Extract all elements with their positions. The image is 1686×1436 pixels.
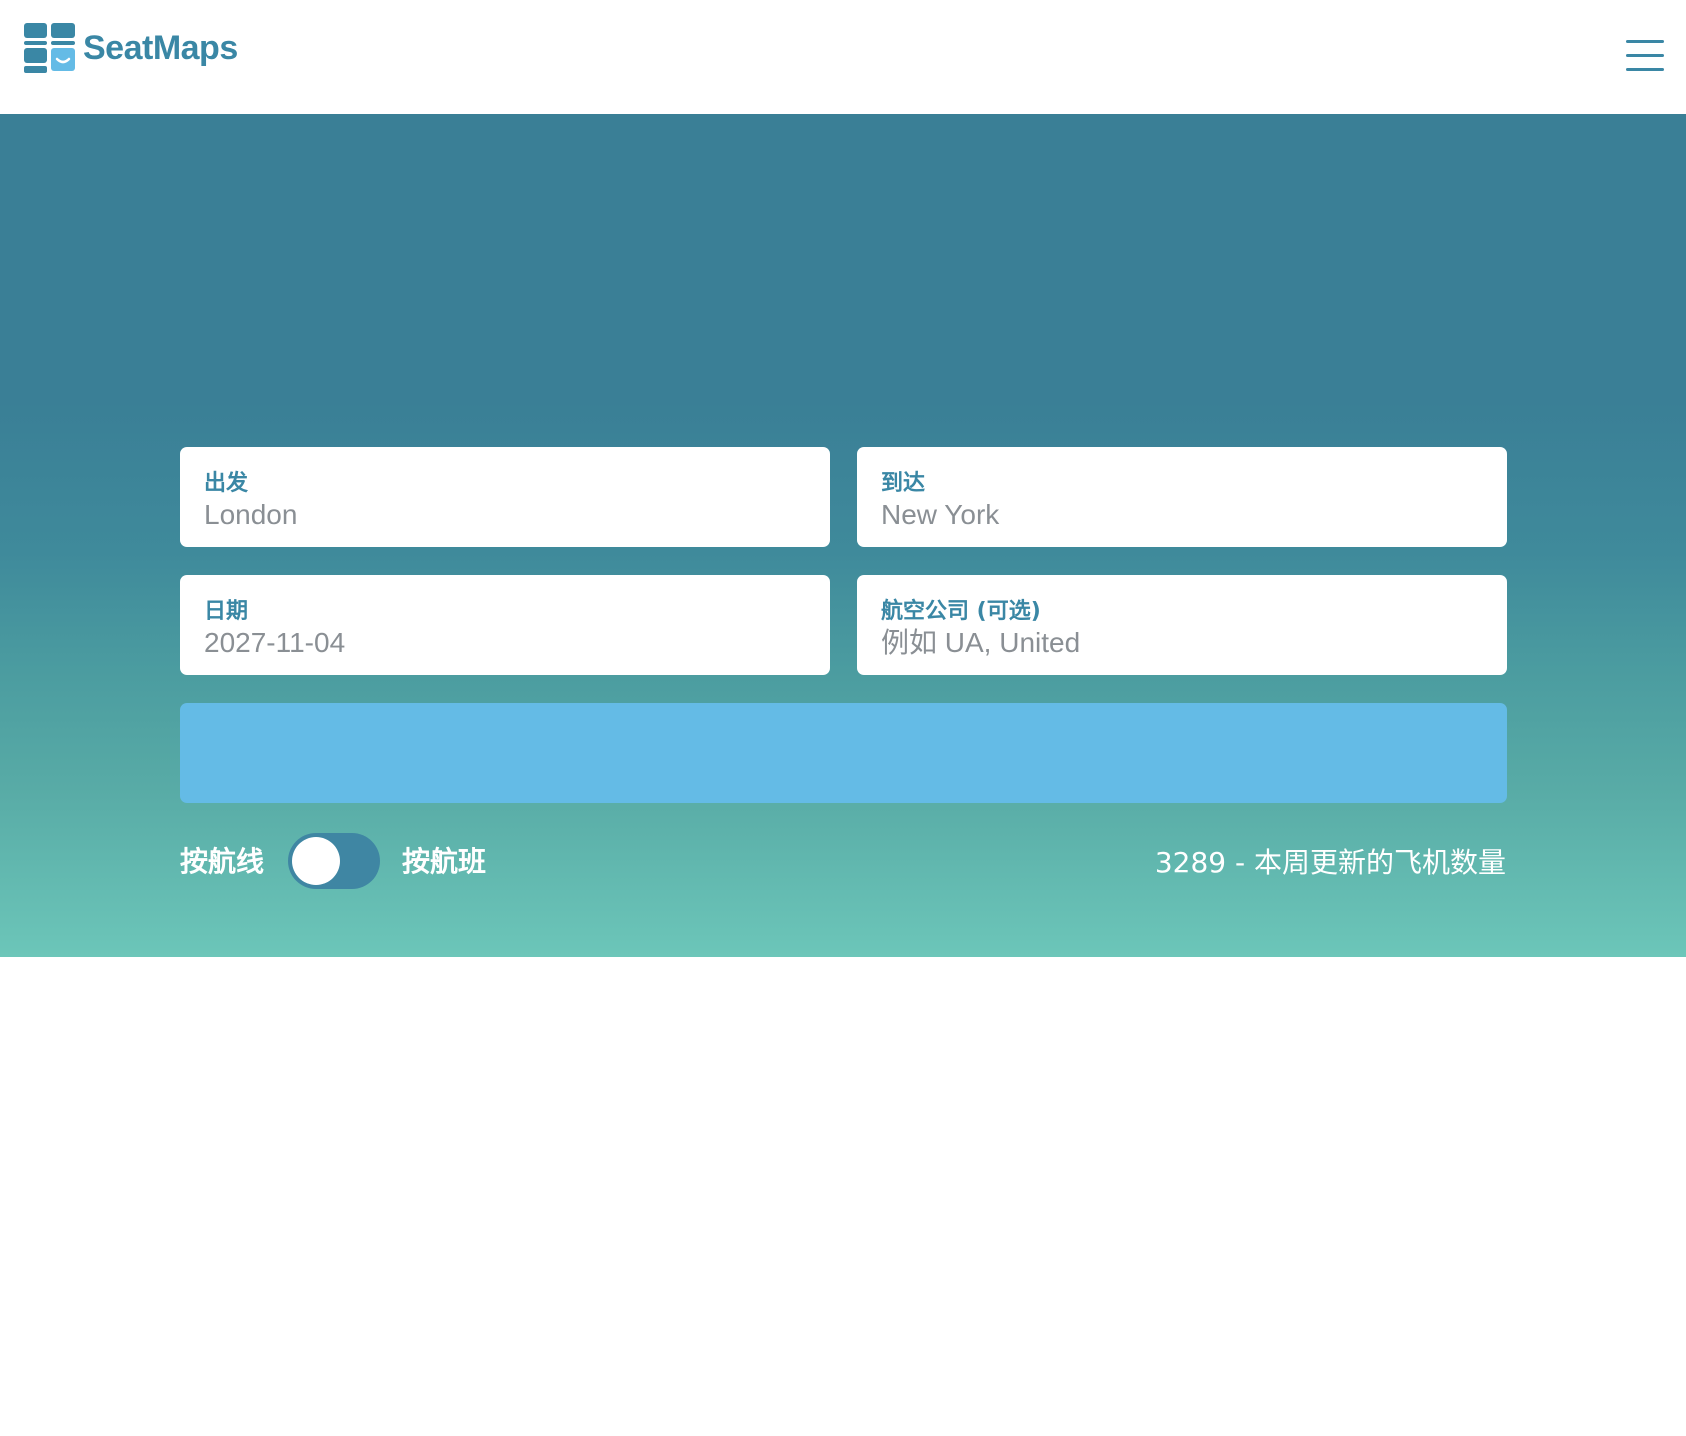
brand-name: SeatMaps (83, 29, 238, 67)
hero-search-section: 出发 到达 日期 航空公司 (可选) 按航线 按航班 3289 - 本周更新的飞… (0, 114, 1686, 957)
departure-label: 出发 (204, 471, 249, 496)
page: SeatMaps 出发 到达 日期 航空公司 (可选) 按航线 (0, 0, 1686, 1436)
toggle-knob (292, 837, 340, 885)
departure-field[interactable]: 出发 (180, 447, 830, 547)
search-button[interactable] (180, 703, 1507, 803)
aircraft-update-count: 3289 - 本周更新的飞机数量 (1154, 846, 1506, 879)
seat-grid-logo-icon (24, 23, 75, 73)
airline-label: 航空公司 (可选) (881, 599, 1041, 624)
brand-logo-link[interactable]: SeatMaps (24, 23, 238, 74)
date-label: 日期 (204, 599, 249, 624)
arrival-input[interactable] (881, 497, 1481, 533)
hamburger-menu-button[interactable] (1622, 36, 1664, 76)
airline-input[interactable] (881, 625, 1481, 661)
arrival-label: 到达 (881, 471, 926, 496)
site-header: SeatMaps (0, 0, 1686, 114)
hamburger-menu-icon (1626, 40, 1664, 43)
hamburger-menu-icon-bottom (1626, 68, 1664, 71)
by-route-label[interactable]: 按航线 (180, 840, 264, 880)
by-flight-label[interactable]: 按航班 (402, 840, 486, 880)
arrival-field[interactable]: 到达 (857, 447, 1507, 547)
departure-input[interactable] (204, 497, 804, 533)
date-input[interactable] (204, 625, 804, 661)
airline-field[interactable]: 航空公司 (可选) (857, 575, 1507, 675)
hamburger-menu-icon-middle (1626, 54, 1664, 57)
date-field[interactable]: 日期 (180, 575, 830, 675)
route-flight-toggle[interactable] (288, 833, 380, 889)
